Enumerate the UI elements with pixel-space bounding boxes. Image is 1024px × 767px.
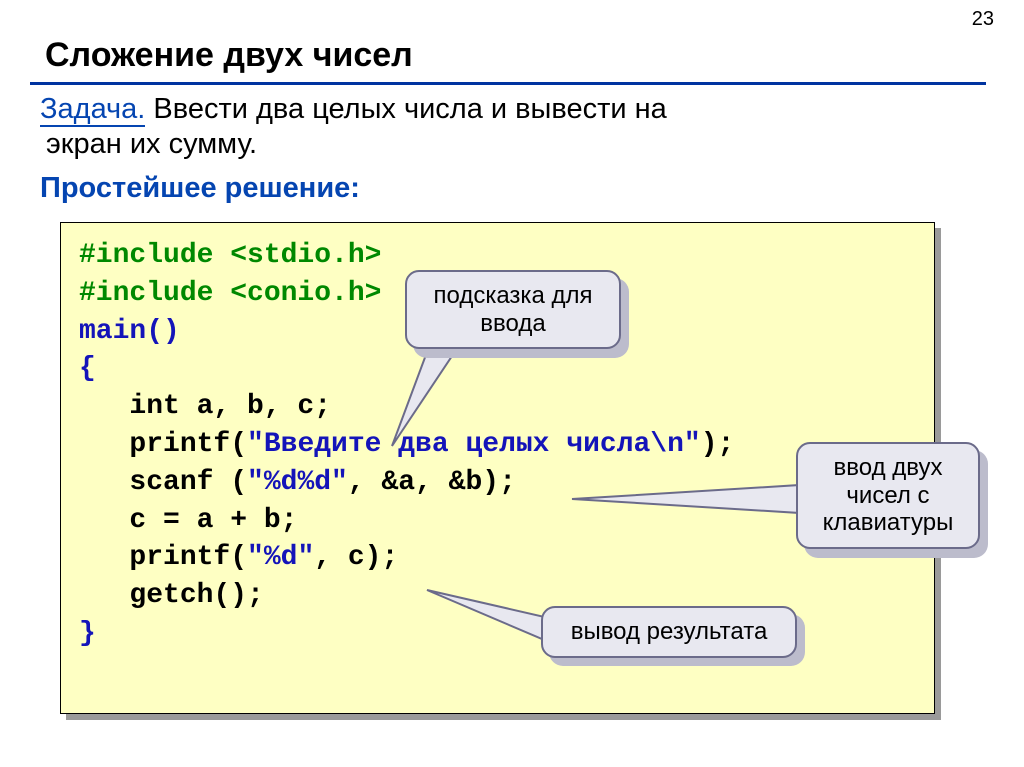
task-text-1: Ввести два целых числа и вывести на	[145, 93, 666, 125]
code-getch: getch();	[79, 580, 264, 611]
task-text-2: экран их сумму.	[46, 128, 257, 160]
callout-input: ввод двух чисел с клавиатуры	[796, 442, 980, 549]
code-scanf-a: scanf (	[79, 467, 247, 498]
code-line-sum: c = a + b;	[79, 505, 297, 536]
code-printf1-c: );	[701, 429, 735, 460]
task-block: Задача. Ввести два целых числа и вывести…	[40, 92, 667, 163]
callout-output-tail	[425, 588, 555, 646]
code-printf2-c: , c);	[314, 542, 398, 573]
code-printf2-a: printf(	[79, 542, 247, 573]
code-open-brace: {	[79, 353, 96, 384]
callout-output: вывод результата	[541, 606, 797, 658]
code-include-1: #include <stdio.h>	[79, 240, 381, 271]
code-include-2: #include <conio.h>	[79, 278, 381, 309]
code-line-decl: int a, b, c;	[79, 391, 331, 422]
code-printf1-a: printf(	[79, 429, 247, 460]
code-close-brace: }	[79, 618, 96, 649]
title-underline	[30, 82, 986, 85]
task-label: Задача.	[40, 93, 145, 127]
callout-hint: подсказка для ввода	[405, 270, 621, 349]
code-scanf-c: , &a, &b);	[348, 467, 516, 498]
callout-hint-text: подсказка для ввода	[425, 282, 601, 337]
solution-label: Простейшее решение:	[40, 172, 360, 205]
page-number: 23	[972, 8, 994, 31]
code-printf1-str: "Введите два целых числа\n"	[247, 429, 701, 460]
callout-output-text: вывод результата	[571, 618, 768, 645]
callout-input-text: ввод двух чисел с клавиатуры	[816, 454, 960, 537]
slide-title: Сложение двух чисел	[45, 36, 413, 75]
callout-input-tail	[570, 481, 802, 517]
code-main: main()	[79, 316, 180, 347]
code-printf2-str: "%d"	[247, 542, 314, 573]
code-scanf-str: "%d%d"	[247, 467, 348, 498]
